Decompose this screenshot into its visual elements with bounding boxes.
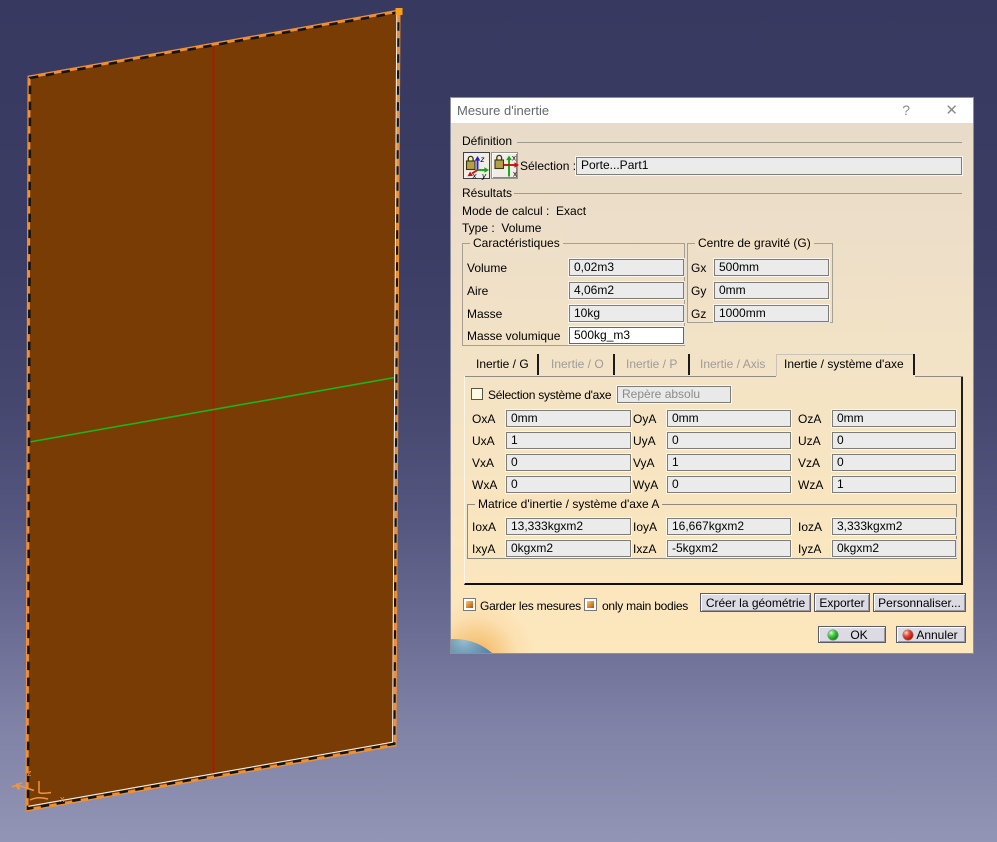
svg-text:x: x bbox=[472, 172, 478, 181]
svg-text:z: z bbox=[27, 768, 32, 778]
svg-text:x: x bbox=[512, 154, 516, 163]
svg-text:z: z bbox=[480, 155, 485, 164]
svg-text:y: y bbox=[481, 172, 487, 181]
svg-text:x: x bbox=[513, 170, 517, 179]
svg-text:x: x bbox=[60, 794, 65, 804]
